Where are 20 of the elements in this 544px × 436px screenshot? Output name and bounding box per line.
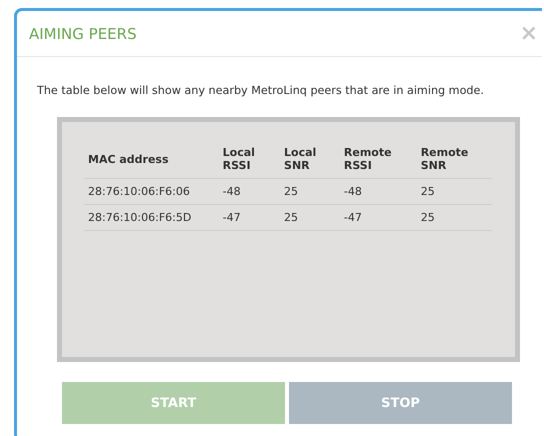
column-header: Local SNR [280,142,340,178]
table-cell: -48 [218,178,280,204]
table-cell: 25 [280,178,340,204]
table-cell: 25 [280,204,340,230]
table-cell: 25 [416,204,492,230]
dialog-title: AIMING PEERS [29,24,137,42]
close-button[interactable]: × [520,22,538,44]
table-cell: -48 [340,178,417,204]
column-header: Remote SNR [416,142,492,178]
stop-button[interactable]: STOP [289,382,512,424]
table-cell: 25 [416,178,492,204]
column-header: Remote RSSI [340,142,417,178]
table-cell: -47 [218,204,280,230]
table-cell: 28:76:10:06:F6:5D [84,204,219,230]
description-text: The table below will show any nearby MetroLinq peers that are in aiming mode. [36,83,485,97]
column-header: MAC address [84,142,219,178]
table-cell: -47 [340,204,417,230]
start-button[interactable]: START [62,382,285,424]
column-header: Local RSSI [218,142,280,178]
table-cell: 28:76:10:06:F6:06 [84,178,219,204]
